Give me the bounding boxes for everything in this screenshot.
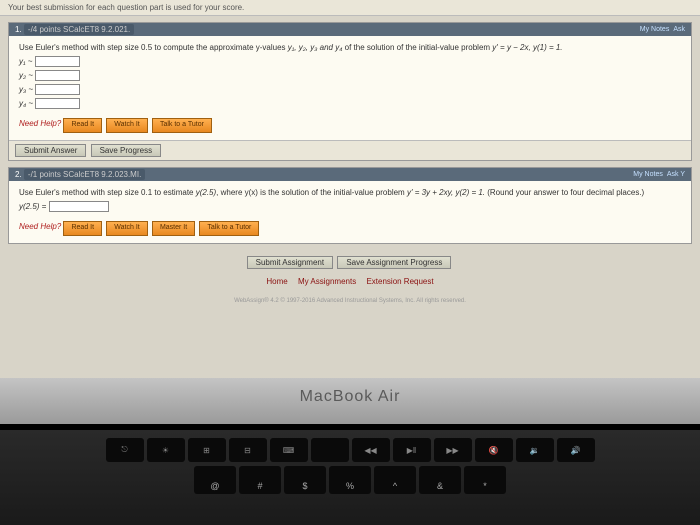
- read-it-1[interactable]: Read It: [63, 118, 102, 133]
- key-f2: ☀: [147, 438, 185, 462]
- extension-link[interactable]: Extension Request: [366, 277, 433, 286]
- q2-header: 2. -/1 points SCalcET8 9.2.023.MI. My No…: [9, 168, 691, 181]
- y3-label: y₃ ~: [19, 85, 33, 94]
- question-2: 2. -/1 points SCalcET8 9.2.023.MI. My No…: [8, 167, 692, 244]
- key-caret: ^: [374, 466, 416, 494]
- home-link[interactable]: Home: [266, 277, 287, 286]
- key-f12: 🔊: [557, 438, 595, 462]
- y4-label: y₄ ~: [19, 99, 33, 108]
- y1-label: y₁ ~: [19, 57, 32, 66]
- q2-mynotes[interactable]: My Notes: [633, 171, 663, 178]
- submit-answer-1[interactable]: Submit Answer: [15, 144, 86, 157]
- keyboard-num-row: @ # $ % ^ & *: [0, 466, 700, 494]
- q1-footer: Submit Answer Save Progress: [9, 140, 691, 160]
- y1-input[interactable]: [35, 56, 80, 67]
- key-f1: ⎋: [106, 438, 144, 462]
- y25-label: y(2.5) =: [19, 202, 49, 211]
- key-dollar: $: [284, 466, 326, 494]
- key-f6: [311, 438, 349, 462]
- need-help-1: Need Help?: [19, 118, 61, 130]
- key-f7: ◀◀: [352, 438, 390, 462]
- q1-ask[interactable]: Ask: [673, 26, 685, 33]
- read-it-2[interactable]: Read It: [63, 221, 102, 236]
- q1-body: Use Euler's method with step size 0.5 to…: [9, 36, 691, 140]
- q1-text-b: of the solution of the initial-value pro…: [342, 43, 492, 52]
- q1-mynotes[interactable]: My Notes: [640, 26, 670, 33]
- q1-num: 1.: [15, 25, 22, 34]
- score-note: Your best submission for each question p…: [0, 0, 700, 16]
- q1-yvals: y₁, y₂, y₃ and y₄: [288, 43, 343, 52]
- save-progress-1[interactable]: Save Progress: [91, 144, 161, 157]
- q2-ask[interactable]: Ask Y: [667, 171, 685, 178]
- q1-points: -/4 points SCalcET8 9.2.021.: [24, 24, 134, 35]
- y2-input[interactable]: [35, 70, 80, 81]
- need-help-2: Need Help?: [19, 221, 61, 233]
- question-1: 1. -/4 points SCalcET8 9.2.021. My Notes…: [8, 22, 692, 161]
- macbook-label: MacBook Air: [0, 378, 700, 424]
- master-it-2[interactable]: Master It: [152, 221, 195, 236]
- key-star: *: [464, 466, 506, 494]
- key-percent: %: [329, 466, 371, 494]
- watch-it-2[interactable]: Watch It: [106, 221, 147, 236]
- q1-header: 1. -/4 points SCalcET8 9.2.021. My Notes…: [9, 23, 691, 36]
- submit-assignment[interactable]: Submit Assignment: [247, 256, 333, 269]
- key-f5: ⌨: [270, 438, 308, 462]
- key-amp: &: [419, 466, 461, 494]
- q1-eq: y' = y − 2x, y(1) = 1.: [492, 43, 562, 52]
- key-f11: 🔉: [516, 438, 554, 462]
- q2-body: Use Euler's method with step size 0.1 to…: [9, 181, 691, 243]
- y2-label: y₂ ~: [19, 71, 33, 80]
- q2-points: -/1 points SCalcET8 9.2.023.MI.: [24, 169, 145, 180]
- q2-text-b: , where y(x) is the solution of the init…: [216, 188, 407, 197]
- key-at: @: [194, 466, 236, 494]
- key-f3: ⊞: [188, 438, 226, 462]
- y3-input[interactable]: [35, 84, 80, 95]
- talk-tutor-2[interactable]: Talk to a Tutor: [199, 221, 259, 236]
- q2-text-a: Use Euler's method with step size 0.1 to…: [19, 188, 196, 197]
- key-f9: ▶▶: [434, 438, 472, 462]
- q2-num: 2.: [15, 170, 22, 179]
- q2-yval: y(2.5): [196, 188, 216, 197]
- footer-links: Home My Assignments Extension Request: [0, 277, 700, 286]
- y25-input[interactable]: [49, 201, 109, 212]
- q1-text-a: Use Euler's method with step size 0.5 to…: [19, 43, 288, 52]
- key-f8: ▶‖: [393, 438, 431, 462]
- q2-round: (Round your answer to four decimal place…: [485, 188, 644, 197]
- watch-it-1[interactable]: Watch It: [106, 118, 147, 133]
- assignments-link[interactable]: My Assignments: [298, 277, 356, 286]
- key-f10: 🔇: [475, 438, 513, 462]
- y4-input[interactable]: [35, 98, 80, 109]
- save-assignment[interactable]: Save Assignment Progress: [337, 256, 451, 269]
- key-f4: ⊟: [229, 438, 267, 462]
- key-hash: #: [239, 466, 281, 494]
- page-actions: Submit Assignment Save Assignment Progre…: [0, 256, 700, 269]
- talk-tutor-1[interactable]: Talk to a Tutor: [152, 118, 212, 133]
- q2-eq: y' = 3y + 2xy, y(2) = 1.: [407, 188, 485, 197]
- copyright: WebAssign® 4.2 © 1997-2016 Advanced Inst…: [0, 298, 700, 304]
